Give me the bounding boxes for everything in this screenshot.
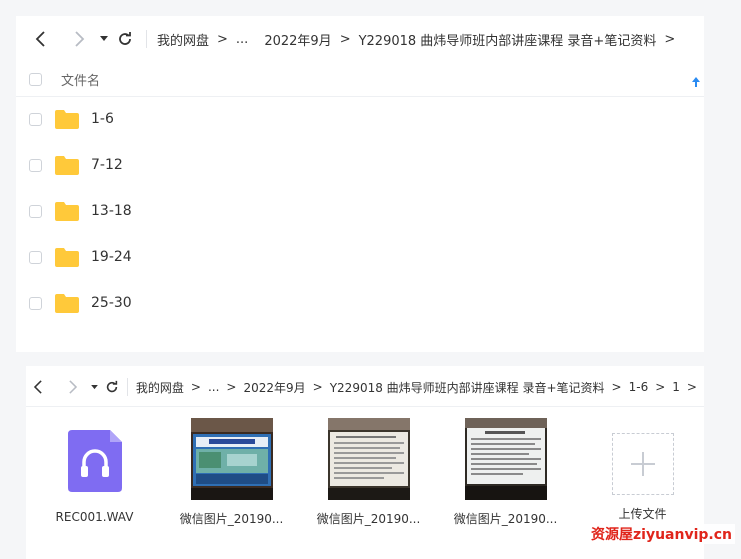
folder-name[interactable]: 19-24 — [91, 249, 132, 265]
breadcrumb-item[interactable]: Y229018 曲炜导师班内部讲座课程 录音+笔记资料 — [330, 379, 605, 396]
folder-row[interactable]: 7-12 — [16, 142, 704, 188]
bottom-nav-bar: 我的网盘 > ... > 2022年9月 > Y229018 曲炜导师班内部讲座… — [26, 376, 704, 398]
nav-separator — [126, 378, 128, 396]
breadcrumb-ellipsis[interactable]: ... — [236, 32, 248, 47]
folder-icon — [55, 155, 79, 175]
plus-icon — [630, 452, 655, 476]
breadcrumb-item[interactable]: 2022年9月 — [264, 30, 331, 49]
image-thumbnail — [190, 418, 273, 500]
forward-icon[interactable] — [66, 31, 92, 47]
folder-name[interactable]: 7-12 — [91, 157, 123, 173]
breadcrumb-separator: > — [217, 31, 228, 47]
audio-file-icon — [54, 418, 136, 500]
folder-name[interactable]: 25-30 — [91, 295, 132, 311]
folder-row[interactable]: 19-24 — [16, 234, 704, 280]
folder-row[interactable]: 25-30 — [16, 280, 704, 326]
file-name[interactable]: 微信图片_20190... — [180, 510, 284, 527]
file-name[interactable]: 微信图片_20190... — [454, 510, 558, 527]
refresh-icon[interactable] — [101, 380, 123, 394]
file-browser-top: 我的网盘 > ... 2022年9月 > Y229018 曲炜导师班内部讲座课程… — [16, 16, 704, 352]
image-thumbnail — [464, 418, 547, 500]
breadcrumb: 我的网盘 > ... 2022年9月 > Y229018 曲炜导师班内部讲座课程… — [157, 30, 683, 49]
filename-column-header[interactable]: 文件名 — [61, 70, 100, 89]
folder-icon — [55, 293, 79, 313]
upload-tile[interactable]: 上传文件 — [574, 418, 711, 527]
folder-row[interactable]: 13-18 — [16, 188, 704, 234]
select-all-checkbox[interactable] — [29, 72, 42, 86]
history-dropdown-icon[interactable] — [87, 384, 101, 390]
sort-up-icon[interactable] — [692, 72, 700, 91]
image-thumbnail — [327, 418, 410, 500]
breadcrumb-separator: > — [312, 380, 323, 394]
history-dropdown-icon[interactable] — [96, 36, 112, 42]
breadcrumb-item[interactable]: 1 — [672, 380, 680, 394]
file-tile[interactable]: 微信图片_20190... — [163, 418, 300, 527]
row-checkbox[interactable] — [29, 158, 42, 172]
file-tile[interactable]: 微信图片_20190... — [300, 418, 437, 527]
row-checkbox[interactable] — [29, 296, 42, 310]
upload-button[interactable] — [611, 433, 674, 495]
breadcrumb-separator: > — [339, 31, 351, 47]
breadcrumb-root[interactable]: 我的网盘 — [136, 379, 184, 396]
breadcrumb-ellipsis[interactable]: ... — [208, 380, 219, 394]
refresh-icon[interactable] — [112, 31, 138, 47]
row-checkbox[interactable] — [29, 204, 42, 218]
folder-list: 1-6 7-12 13-18 19-24 25-30 — [16, 96, 704, 326]
breadcrumb-item[interactable]: 1-6 — [629, 380, 649, 394]
folder-row[interactable]: 1-6 — [16, 96, 704, 142]
breadcrumb-item[interactable]: 2022年9月 — [243, 379, 305, 396]
file-tile[interactable]: 微信图片_20190... — [437, 418, 574, 527]
breadcrumb-root[interactable]: 我的网盘 — [157, 30, 209, 49]
breadcrumb-item[interactable]: Y229018 曲炜导师班内部讲座课程 录音+笔记资料 — [359, 30, 657, 49]
forward-icon[interactable] — [60, 380, 86, 394]
divider — [26, 406, 704, 407]
folder-name[interactable]: 1-6 — [91, 111, 114, 127]
breadcrumb: 我的网盘 > ... > 2022年9月 > Y229018 曲炜导师班内部讲座… — [136, 379, 704, 396]
top-nav-bar: 我的网盘 > ... 2022年9月 > Y229018 曲炜导师班内部讲座课程… — [28, 28, 704, 50]
row-checkbox[interactable] — [29, 112, 42, 126]
file-list-header: 文件名 — [16, 62, 704, 97]
file-name[interactable]: REC001.WAV — [56, 510, 134, 524]
row-checkbox[interactable] — [29, 250, 42, 264]
folder-name[interactable]: 13-18 — [91, 203, 132, 219]
folder-icon — [55, 247, 79, 267]
nav-separator — [146, 30, 147, 48]
breadcrumb-separator: > — [226, 380, 237, 394]
breadcrumb-separator: > — [190, 380, 201, 394]
watermark: 资源屋ziyuanvip.cn — [588, 524, 735, 544]
folder-icon — [55, 201, 79, 221]
breadcrumb-separator: > — [611, 380, 622, 394]
upload-label: 上传文件 — [618, 507, 667, 521]
file-name[interactable]: 微信图片_20190... — [317, 510, 421, 527]
back-icon[interactable] — [28, 31, 54, 47]
back-icon[interactable] — [26, 380, 52, 394]
breadcrumb-separator: > — [664, 31, 676, 47]
file-tile[interactable]: REC001.WAV — [26, 418, 163, 527]
breadcrumb-separator: > — [655, 380, 666, 394]
file-grid: REC001.WAV 微信图片_20190... 微信图片_20190... 微… — [26, 418, 711, 527]
folder-icon — [55, 109, 79, 129]
breadcrumb-separator: > — [686, 380, 697, 394]
